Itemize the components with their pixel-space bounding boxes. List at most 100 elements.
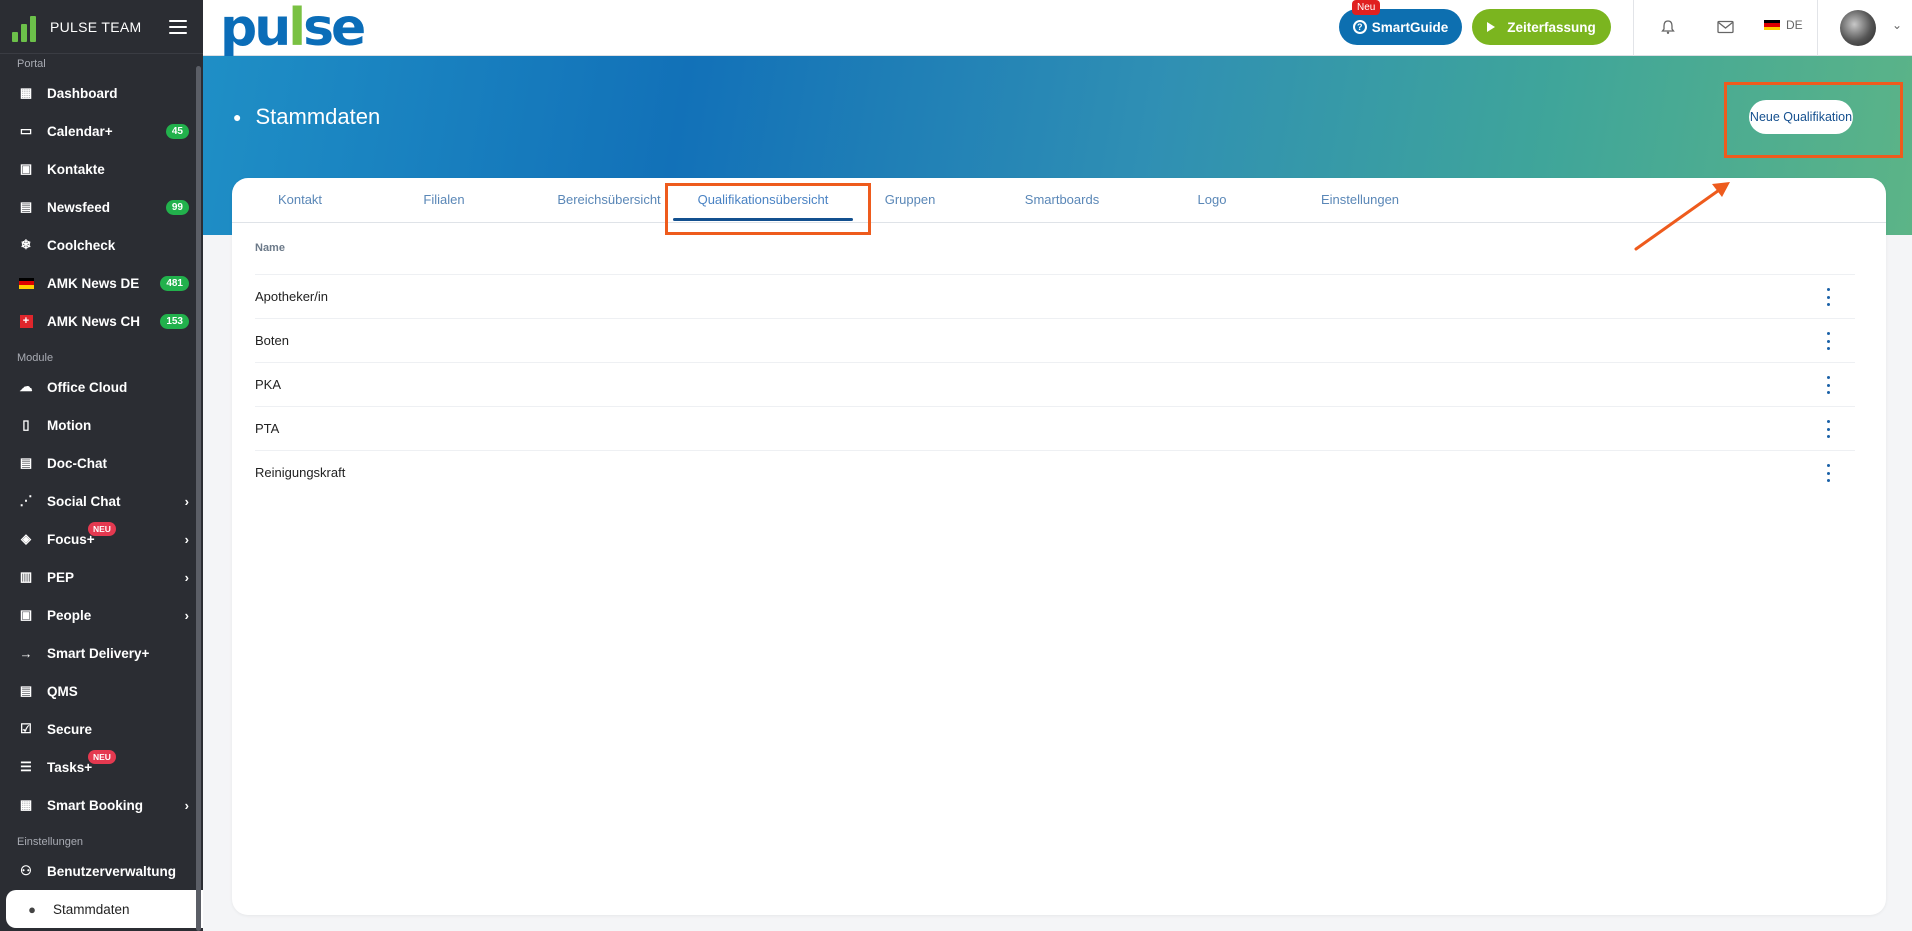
table-row[interactable]: Boten (255, 318, 1855, 362)
sidebar-item-tasks[interactable]: ☰ Tasks+ NEU (0, 748, 203, 786)
sidebar-item-label: Tasks+ (47, 759, 93, 775)
page-title-text: Stammdaten (255, 104, 381, 129)
content-card: Kontakt Filialen Bereichsübersicht Quali… (232, 178, 1886, 915)
more-options-icon[interactable] (1823, 288, 1833, 306)
sidebar: PULSE TEAM Portal ▦ Dashboard ▭ Calendar… (0, 0, 203, 931)
pulse-brand-logo[interactable]: pulse (220, 2, 366, 54)
divider (1817, 0, 1818, 56)
snowflake-icon: ❄ (20, 237, 32, 252)
row-name: Boten (255, 333, 289, 348)
table-row[interactable]: PKA (255, 362, 1855, 406)
sidebar-item-motion[interactable]: ▯ Motion (0, 406, 203, 444)
tab-qualifikationsuebersicht[interactable]: Qualifikationsübersicht (673, 178, 853, 223)
table-row[interactable]: Reinigungskraft (255, 450, 1855, 494)
play-icon (1487, 22, 1496, 32)
sidebar-scrollbar[interactable] (196, 66, 201, 931)
sidebar-item-benutzerverwaltung[interactable]: ⚇ Benutzerverwaltung (0, 852, 203, 890)
sidebar-item-calendar[interactable]: ▭ Calendar+ 45 (0, 112, 203, 150)
sidebar-item-smart-booking[interactable]: ▦ Smart Booking › (0, 786, 203, 824)
chevron-down-icon[interactable]: ⌄ (1892, 18, 1902, 32)
checkbox-icon: ☑ (20, 721, 32, 736)
tab-gruppen[interactable]: Gruppen (860, 178, 960, 223)
tab-smartboards[interactable]: Smartboards (1002, 178, 1122, 223)
document-icon: ▤ (19, 683, 33, 698)
table-row[interactable]: Apotheker/in (255, 274, 1855, 318)
zeiterfassung-button[interactable]: Zeiterfassung (1472, 9, 1611, 45)
sidebar-item-social-chat[interactable]: ⋰ Social Chat › (0, 482, 203, 520)
list-icon: ☰ (20, 759, 32, 774)
sidebar-item-label: Social Chat (47, 493, 121, 509)
tab-logo[interactable]: Logo (1162, 178, 1262, 223)
row-name: Apotheker/in (255, 289, 328, 304)
chevron-right-icon: › (184, 493, 189, 509)
sidebar-item-focus[interactable]: ◈ Focus+ NEU › (0, 520, 203, 558)
swiss-flag-icon: + (18, 313, 34, 329)
sidebar-item-coolcheck[interactable]: ❄ Coolcheck (0, 226, 203, 264)
sidebar-item-doc-chat[interactable]: ▤ Doc-Chat (0, 444, 203, 482)
new-tag: NEU (88, 750, 116, 764)
sidebar-item-pep[interactable]: ▥ PEP › (0, 558, 203, 596)
dashboard-icon: ▦ (19, 85, 33, 100)
section-portal: Portal (17, 58, 46, 70)
sidebar-item-people[interactable]: ▣ People › (0, 596, 203, 634)
sidebar-item-amk-news-ch[interactable]: + AMK News CH 153 (0, 302, 203, 340)
language-selector[interactable]: DE (1764, 18, 1803, 32)
count-badge: 153 (160, 313, 189, 329)
sidebar-item-office-cloud[interactable]: ☁ Office Cloud (0, 368, 203, 406)
table-row[interactable]: PTA (255, 406, 1855, 450)
count-badge: 99 (165, 199, 189, 215)
people-icon: ▣ (19, 607, 33, 622)
team-name: PULSE TEAM (50, 18, 142, 35)
more-options-icon[interactable] (1823, 332, 1833, 350)
bell-icon[interactable] (1657, 16, 1679, 38)
pulse-logo-icon (12, 12, 42, 42)
sidebar-item-dashboard[interactable]: ▦ Dashboard (0, 74, 203, 112)
sidebar-item-label: AMK News DE (47, 275, 140, 291)
sidebar-item-label: Calendar+ (47, 123, 113, 139)
row-name: PKA (255, 377, 282, 392)
contacts-icon: ▣ (19, 161, 33, 176)
tab-filialen[interactable]: Filialen (394, 178, 494, 223)
active-tab-indicator (673, 218, 853, 221)
zeiterfassung-label: Zeiterfassung (1507, 19, 1596, 35)
row-name: Reinigungskraft (255, 465, 346, 480)
sidebar-item-label: Smart Delivery+ (47, 645, 150, 661)
german-flag-icon (18, 275, 34, 291)
tab-bereichsuebersicht[interactable]: Bereichsübersicht (534, 178, 684, 223)
chevron-right-icon: › (184, 797, 189, 813)
sidebar-item-stammdaten[interactable]: ● Stammdaten (6, 890, 203, 928)
sidebar-item-label: QMS (47, 683, 78, 699)
sidebar-item-secure[interactable]: ☑ Secure (0, 710, 203, 748)
sidebar-item-qms[interactable]: ▤ QMS (0, 672, 203, 710)
more-options-icon[interactable] (1823, 420, 1833, 438)
chevron-right-icon: › (184, 569, 189, 585)
newsfeed-icon: ▤ (19, 199, 33, 214)
sidebar-item-newsfeed[interactable]: ▤ Newsfeed 99 (0, 188, 203, 226)
more-options-icon[interactable] (1823, 376, 1833, 394)
menu-toggle-icon[interactable] (169, 19, 187, 34)
tab-einstellungen[interactable]: Einstellungen (1300, 178, 1420, 223)
clipboard-icon: ▥ (19, 569, 33, 584)
divider (1633, 0, 1634, 56)
chat-icon: ▤ (19, 455, 33, 470)
neue-qualifikation-button[interactable]: Neue Qualifikation (1749, 100, 1853, 134)
section-einstellungen: Einstellungen (17, 836, 84, 848)
sidebar-item-label: Dashboard (47, 85, 118, 101)
more-options-icon[interactable] (1823, 464, 1833, 482)
arrow-right-icon: → (19, 645, 33, 661)
chevron-right-icon: › (184, 607, 189, 623)
sidebar-item-label: Benutzerverwaltung (47, 863, 177, 879)
tab-kontakt[interactable]: Kontakt (250, 178, 350, 223)
share-icon: ⋰ (19, 493, 33, 508)
sidebar-item-label: Secure (47, 721, 93, 737)
language-label: DE (1786, 18, 1803, 32)
sidebar-item-smart-delivery[interactable]: → Smart Delivery+ (0, 634, 203, 672)
sidebar-item-kontakte[interactable]: ▣ Kontakte (0, 150, 203, 188)
chevron-right-icon: › (184, 531, 189, 547)
avatar[interactable] (1840, 10, 1876, 46)
sidebar-item-label: Kontakte (47, 161, 105, 177)
mail-icon[interactable] (1714, 16, 1736, 38)
sidebar-item-amk-news-de[interactable]: AMK News DE 481 (0, 264, 203, 302)
users-icon: ⚇ (20, 863, 32, 878)
topbar: pulse ? SmartGuide Neu Zeiterfassung DE … (203, 0, 1912, 56)
